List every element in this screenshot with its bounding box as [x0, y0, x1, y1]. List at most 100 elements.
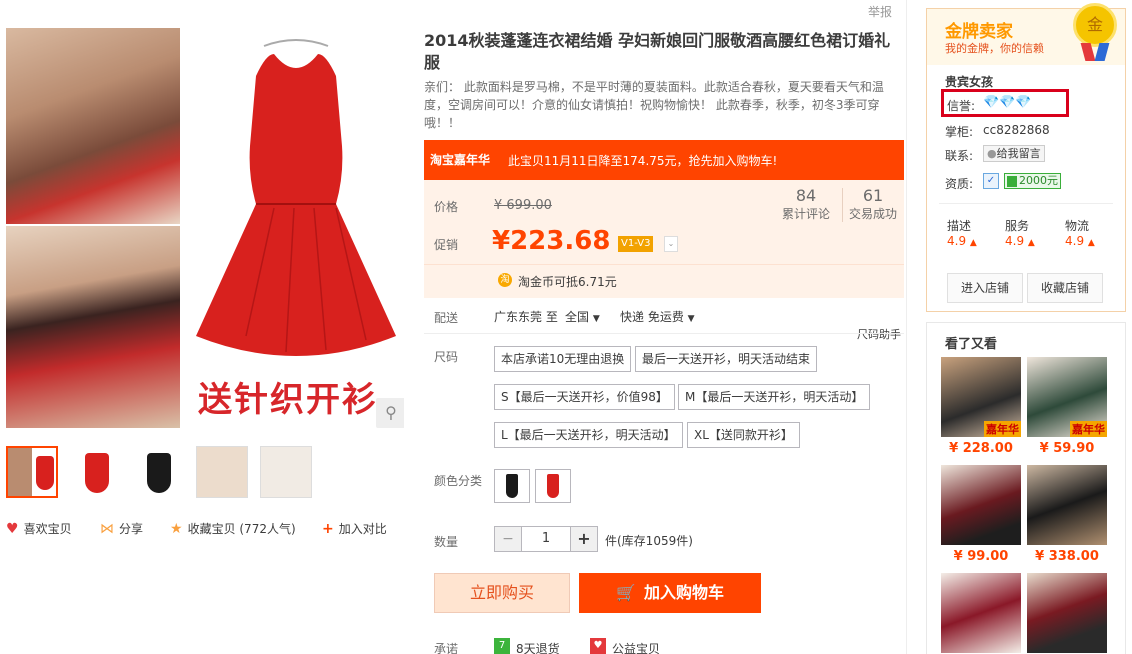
image-promo-text: 送针织开衫 [198, 380, 378, 420]
report-link[interactable]: 举报 [868, 3, 892, 20]
return-policy-link[interactable]: 8天退货 [516, 640, 560, 654]
thumbnail-5[interactable] [260, 446, 312, 498]
seller-divider [939, 203, 1113, 204]
shipping-method-label: 快递 免运费 [620, 310, 684, 324]
size-option-m[interactable]: M【最后一天送开衫，明天活动】 [678, 384, 871, 410]
color-option-black[interactable] [494, 469, 530, 503]
message-label: 给我留言 [996, 147, 1041, 160]
rec-price-3[interactable]: ¥ 99.00 [941, 549, 1021, 564]
size-option-xl[interactable]: XL【送同款开衫】 [687, 422, 800, 448]
keeper-label: 掌柜: [945, 125, 974, 139]
qual-label: 资质: [945, 177, 974, 191]
rec-item-5[interactable] [941, 573, 1021, 653]
arrow-up-icon: ▲ [1087, 238, 1095, 248]
collect-button[interactable]: ★ 收藏宝贝 (772人气) [170, 520, 296, 537]
rec-price-2[interactable]: ¥ 59.90 [1027, 441, 1107, 456]
rec-price-1[interactable]: ¥ 228.00 [941, 441, 1021, 456]
rec-item-2[interactable]: 嘉年华 [1027, 357, 1107, 437]
shipping-to-label: 全国 [565, 310, 590, 324]
gold-medal-icon: 金 [1073, 3, 1117, 47]
rec-price-4[interactable]: ¥ 338.00 [1027, 549, 1107, 564]
seller-header: 金牌卖家 我的金牌，你的信赖 金 [927, 3, 1125, 65]
heart-icon: ♥ [6, 521, 19, 537]
color-option-red[interactable] [535, 469, 571, 503]
caret-down-icon: ▼ [687, 314, 695, 324]
thumbnail-2[interactable] [70, 446, 122, 498]
rec-item-3[interactable] [941, 465, 1021, 545]
thumbnail-4[interactable] [196, 446, 248, 498]
share-button[interactable]: ⋈ 分享 [100, 520, 143, 537]
rec-item-1[interactable]: 嘉年华 [941, 357, 1021, 437]
also-viewed-panel: 看了又看 嘉年华 ¥ 228.00 嘉年华 ¥ 59.90 ¥ 99.00 ¥ … [926, 322, 1126, 654]
size-helper-link[interactable]: 尺码助手 [857, 326, 901, 342]
share-icon: ⋈ [100, 521, 114, 537]
contact-label: 联系: [945, 149, 974, 163]
size-option-s[interactable]: S【最后一天送开衫，价值98】 [494, 384, 675, 410]
add-to-cart-button[interactable]: 🛒 加入购物车 [579, 573, 761, 613]
reviews-stat[interactable]: 84 累计评论 [776, 186, 836, 222]
score-label: 服务 [1005, 219, 1030, 233]
deals-count: 61 [862, 186, 884, 205]
rec-item-6[interactable] [1027, 573, 1107, 653]
reviews-label: 累计评论 [781, 207, 830, 221]
credit-label: 信誉: [947, 99, 976, 113]
promo-banner[interactable]: 淘宝嘉年华 此宝贝11月11日降至174.75元，抢先加入购物车! [424, 140, 904, 180]
size-label: 尺码 [434, 350, 459, 364]
size-option-1[interactable]: 最后一天送开衫，明天活动结束 [635, 346, 818, 372]
arrow-up-icon: ▲ [1027, 238, 1035, 248]
main-product-image[interactable]: 送针织开衫 ⚲ [6, 28, 404, 428]
promo-price: ¥223.68 [492, 226, 611, 256]
size-option-0[interactable]: 本店承诺10无理由退换 [494, 346, 632, 372]
quantity-increase-button[interactable]: + [570, 526, 598, 552]
also-viewed-title: 看了又看 [945, 337, 998, 352]
vip-badge[interactable]: V1-V3 [618, 236, 654, 252]
diamond-icon: 💎💎💎 [983, 95, 1032, 110]
shipping-method-select[interactable]: 快递 免运费 ▼ [620, 308, 695, 325]
caret-down-icon: ▼ [592, 314, 600, 324]
cart-icon: 🛒 [616, 583, 636, 602]
compare-button[interactable]: + 加入对比 [322, 520, 387, 537]
return-icon: 7 [494, 638, 510, 654]
score-service: 服务 4.9 ▲ [1005, 217, 1035, 248]
color-label: 颜色分类 [434, 474, 483, 488]
divider [906, 0, 907, 654]
certified-icon[interactable]: ✓ [983, 173, 999, 189]
zoom-icon[interactable]: ⚲ [376, 398, 404, 428]
like-button[interactable]: ♥ 喜欢宝贝 [6, 520, 72, 537]
score-description: 描述 4.9 ▲ [947, 217, 977, 248]
charity-icon: ♥ [590, 638, 606, 654]
model-photo-bottom [6, 226, 180, 428]
star-icon: ★ [170, 521, 183, 537]
keeper-name[interactable]: cc8282868 [983, 123, 1050, 137]
shipping-to-select[interactable]: 全国 ▼ [565, 308, 600, 325]
favorite-shop-button[interactable]: 收藏店铺 [1027, 273, 1103, 303]
taojinbi-text: 淘金币可抵6.71元 [518, 275, 617, 289]
message-button[interactable]: ●给我留言 [983, 145, 1045, 162]
share-label: 分享 [119, 522, 144, 536]
thumbnail-1[interactable] [6, 446, 58, 498]
quantity-decrease-button[interactable]: − [494, 526, 522, 552]
score-label: 物流 [1065, 219, 1090, 233]
vip-chevron-down-icon[interactable]: ⌄ [664, 236, 678, 252]
model-photo-top [6, 28, 180, 224]
medal-text: 金 [1086, 15, 1103, 34]
compare-label: 加入对比 [338, 522, 387, 536]
buy-now-button[interactable]: 立即购买 [434, 573, 570, 613]
like-label: 喜欢宝贝 [23, 522, 72, 536]
quantity-input[interactable]: 1 [521, 526, 571, 552]
banner-text: 此宝贝11月11日降至174.75元，抢先加入购物车! [508, 154, 778, 168]
shipping-label: 配送 [434, 311, 459, 325]
seller-name[interactable]: 贵宾女孩 [945, 73, 993, 90]
banner-logo: 淘宝嘉年华 [430, 153, 491, 167]
promise-label: 承诺 [434, 642, 459, 654]
size-option-l[interactable]: L【最后一天送开衫，明天活动】 [494, 422, 683, 448]
charity-link[interactable]: 公益宝贝 [612, 640, 660, 654]
deposit-value: 2000元 [1019, 174, 1058, 187]
arrow-up-icon: ▲ [969, 238, 977, 248]
rec-item-4[interactable] [1027, 465, 1107, 545]
plus-icon: + [322, 521, 334, 537]
enter-shop-button[interactable]: 进入店铺 [947, 273, 1023, 303]
thumbnail-3[interactable] [132, 446, 184, 498]
deposit-badge[interactable]: 2000元 [1004, 173, 1061, 189]
product-subtitle: 亲们： 此款面料是罗马棉，不是平时薄的夏装面料。此款适合春秋，夏天要看天气和温度… [424, 80, 884, 130]
